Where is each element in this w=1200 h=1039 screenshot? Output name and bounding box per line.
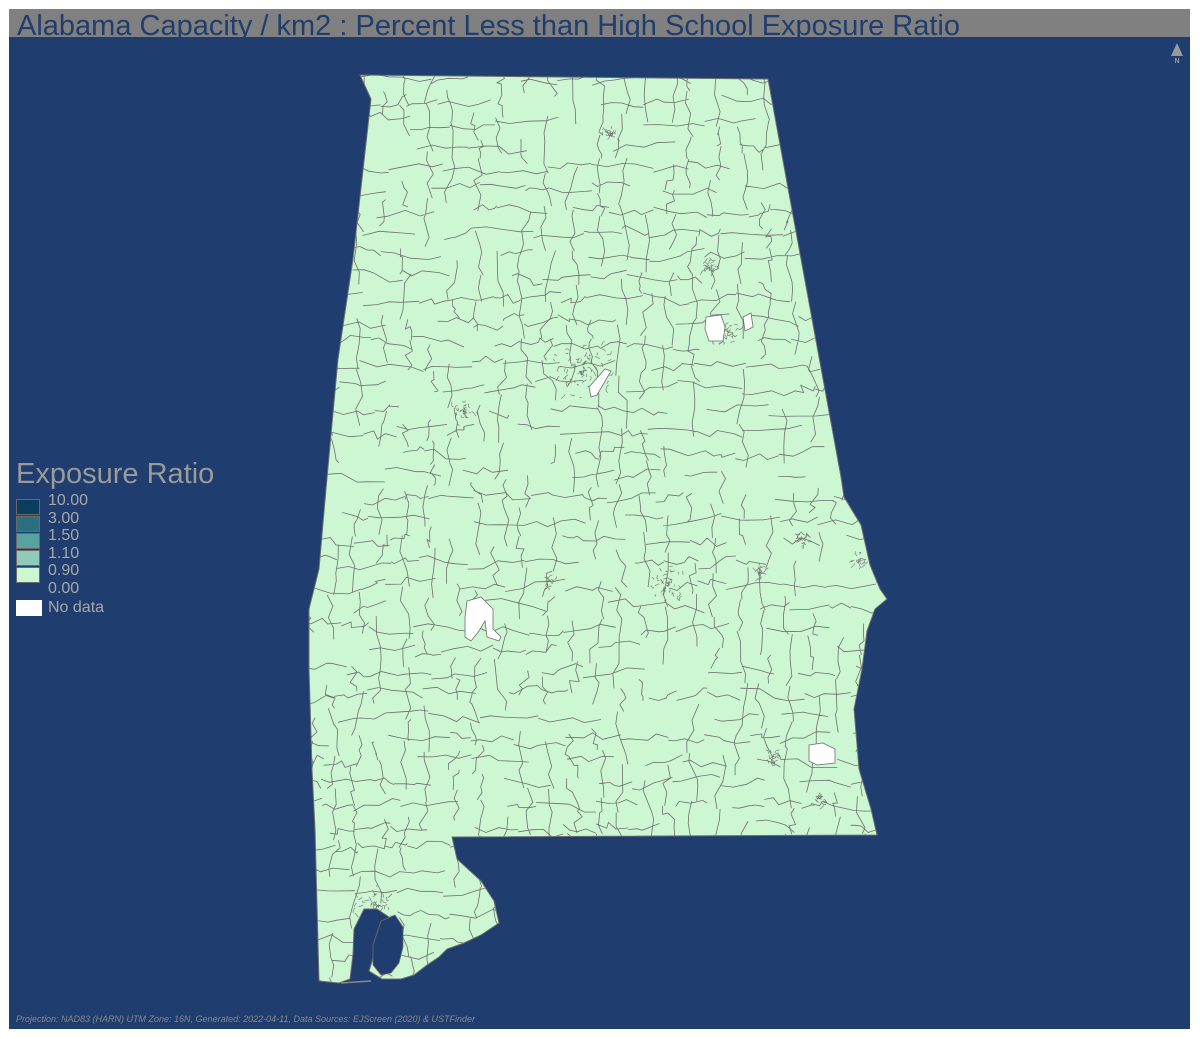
source-footer: Projection: NAD83 (HARN) UTM Zone: 16N, … xyxy=(16,1014,476,1024)
legend-no-data: No data xyxy=(16,599,104,617)
legend-tick-label: 1.10 xyxy=(48,544,80,562)
no-data-swatch xyxy=(16,600,42,616)
state-map xyxy=(308,74,888,984)
legend: Exposure Ratio 10.00 3.00 1.50 1.10 0.90… xyxy=(16,457,215,616)
legend-swatch xyxy=(16,533,40,549)
map-title: Alabama Capacity / km2 : Percent Less th… xyxy=(17,10,960,37)
legend-title: Exposure Ratio xyxy=(16,458,215,490)
legend-swatch xyxy=(16,516,40,532)
no-data-region xyxy=(704,314,726,342)
legend-tick-labels: 10.00 3.00 1.50 1.10 0.90 0.00 xyxy=(48,492,88,597)
north-arrow: N xyxy=(1170,43,1184,73)
legend-swatch xyxy=(16,550,40,566)
north-arrow-icon xyxy=(1171,43,1183,56)
legend-tick-label: 10.00 xyxy=(48,492,89,509)
map-frame: Alabama Capacity / km2 : Percent Less th… xyxy=(9,9,1190,1029)
north-label: N xyxy=(1174,58,1180,65)
legend-tick-label: 3.00 xyxy=(48,509,80,527)
legend-swatch xyxy=(16,499,40,515)
legend-tick-label: 0.90 xyxy=(48,562,80,579)
legend-tick-label: 0.00 xyxy=(48,579,80,597)
dauphin-island xyxy=(340,980,372,984)
title-bar: Alabama Capacity / km2 : Percent Less th… xyxy=(9,9,1190,37)
legend-swatch xyxy=(16,567,40,583)
no-data-label: No data xyxy=(48,599,105,616)
legend-tick-label: 1.50 xyxy=(48,527,80,544)
legend-swatches xyxy=(16,499,42,584)
state-boundary xyxy=(308,74,888,984)
